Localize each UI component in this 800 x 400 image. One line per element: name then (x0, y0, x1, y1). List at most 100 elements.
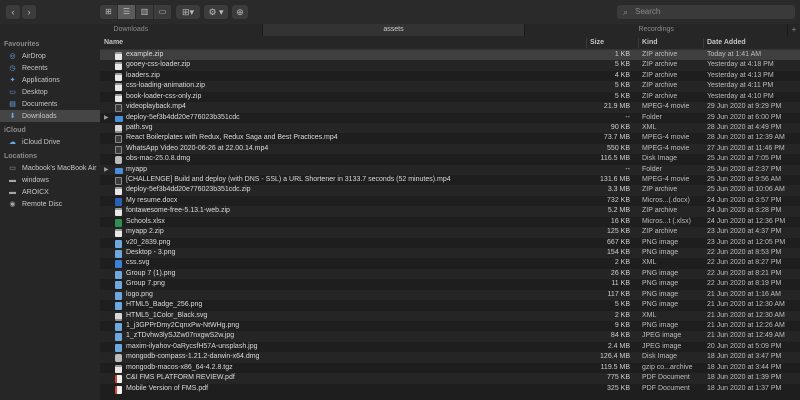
disclosure-triangle-icon[interactable]: ▶ (104, 113, 112, 123)
tab-downloads[interactable]: Downloads (0, 24, 263, 36)
file-row[interactable]: Desktop - 3.png 154 KB PNG image 22 Jun 202… (100, 248, 800, 259)
documents-icon: ▤ (9, 101, 16, 108)
sidebar-item-documents[interactable]: ▤ Documents (0, 98, 100, 110)
file-date-added: 24 Jun 2020 at 3:57 PM (707, 196, 782, 204)
sidebar-item-applications[interactable]: ✦ Applications (0, 74, 100, 86)
file-row[interactable]: mongodb-macos-x86_64-4.2.8.tgz 119.5 MB gz… (100, 363, 800, 373)
pdf-file-icon (115, 374, 123, 384)
file-row[interactable]: css-loading-animation.zip 5 KB ZIP archive… (100, 81, 800, 92)
sidebar-item-desktop[interactable]: ▭ Desktop (0, 86, 100, 98)
cloud-icon: ☁ (9, 139, 16, 146)
sidebar-item-macbook-s-macbook-air[interactable]: ▭ Macbook's MacBook Air (0, 162, 100, 174)
file-row[interactable]: mongodb-compass-1.21.2-darwin-x64.dmg 126… (100, 352, 800, 363)
file-row[interactable]: myapp 2.zip 125 KB ZIP archive 23 Jun 2020 … (100, 227, 800, 238)
folder-row[interactable]: ▶ deploy-5ef3b4dd20e776023b351cdc -- Folder… (100, 113, 800, 123)
file-row[interactable]: Mobile Version of FMS.pdf 325 KB PDF Docum… (100, 384, 800, 394)
file-kind: ZIP archive (642, 186, 678, 194)
tab-recordings[interactable]: Recordings (525, 24, 789, 36)
file-row[interactable]: HTML5_Badge_256.png 5 KB PNG image 21 Jun 2… (100, 300, 800, 311)
file-date-added: 18 Jun 2020 at 3:44 PM (707, 363, 782, 371)
file-row[interactable]: C&I FMS PLATFORM REVIEW.pdf 775 KB PDF Doc… (100, 373, 800, 384)
file-date-added: 23 Jun 2020 at 12:05 PM (707, 238, 786, 246)
file-kind: JPEG image (642, 342, 682, 350)
xml-file-icon (115, 124, 123, 133)
file-row[interactable]: maxim-ilyahov-0aRycsfH57A-unsplash.jpg 2.… (100, 342, 800, 352)
group-button[interactable]: ⊞▾ (176, 5, 200, 19)
sidebar-heading-icloud: iCloud (4, 127, 26, 134)
file-size: 1 KB (614, 51, 630, 58)
file-kind: PNG image (642, 290, 679, 298)
column-header-date-added[interactable]: Date Added (707, 36, 746, 50)
file-row[interactable]: Schools.xlsx 16 KB Micros...t (.xlsx) 24 Ju… (100, 217, 800, 227)
file-row[interactable]: example.zip 1 KB ZIP archive Today at 1:41 … (100, 50, 800, 61)
file-kind: PNG image (642, 249, 679, 257)
search-field[interactable]: ⌕ Search (617, 5, 795, 19)
file-kind: Disk Image (642, 155, 678, 163)
column-header-kind[interactable]: Kind (642, 36, 658, 50)
sidebar-item-recents[interactable]: ◷ Recents (0, 62, 100, 74)
file-name: css.svg (126, 259, 150, 267)
file-date-added: 25 Jun 2020 at 10:06 AM (707, 186, 785, 194)
file-row[interactable]: 1_zTDvhw3lySJZw07nxgwS2w.jpg 84 KB JPEG im… (100, 331, 800, 342)
file-name: 1_zTDvhw3lySJZw07nxgwS2w.jpg (126, 332, 235, 340)
share-button[interactable]: ⊕ (232, 5, 248, 19)
file-row[interactable]: obs-mac-25.0.8.dmg 116.5 MB Disk Image 25 J… (100, 154, 800, 165)
file-name: book-loader-css-only.zip (126, 92, 202, 100)
file-row[interactable]: v20_2839.png 667 KB PNG image 23 Jun 2020 a… (100, 238, 800, 248)
file-row[interactable]: gooey-css-loader.zip 5 KB ZIP archive Yeste… (100, 60, 800, 71)
file-row[interactable]: deploy-5ef3b4dd20e776023b351cdc.zip 3.3 M… (100, 185, 800, 196)
sidebar-item-downloads[interactable]: ⬇ Downloads (0, 110, 100, 122)
file-kind: Folder (642, 113, 662, 121)
file-row[interactable]: css.svg 2 KB XML 22 Jun 2020 at 8:27 PM (100, 258, 800, 269)
file-size: 126.4 MB (600, 353, 630, 361)
file-row[interactable]: [CHALLENGE] Build and deploy (with DNS -… (100, 175, 800, 186)
column-header-size[interactable]: Size (590, 36, 604, 50)
file-row[interactable]: videoplayback.mp4 21.9 MB MPEG-4 movie 29 J… (100, 102, 800, 113)
sidebar-item-airdrop[interactable]: ◎ AirDrop (0, 50, 100, 62)
airdrop-icon: ◎ (9, 53, 16, 60)
file-row[interactable]: Group 7 (1).png 26 KB PNG image 22 Jun 2020… (100, 268, 800, 280)
list-view-icon[interactable]: ☰ (118, 5, 136, 19)
sidebar-item-windows[interactable]: ▬ windows (0, 174, 100, 186)
forward-button[interactable]: › (22, 5, 36, 19)
file-date-added: 18 Jun 2020 at 1:37 PM (707, 384, 782, 392)
sidebar-item-remote-disc[interactable]: ◉ Remote Disc (0, 198, 100, 210)
new-tab-button[interactable]: + (788, 24, 800, 36)
file-row[interactable]: My resume.docx 732 KB Micros...(.docx) 24 J… (100, 196, 800, 206)
file-size: 73.7 MB (603, 134, 630, 142)
disclosure-triangle-icon[interactable]: ▶ (104, 165, 112, 175)
sidebar-item-label: Applications (22, 76, 60, 84)
gallery-view-icon[interactable]: ▭ (154, 5, 172, 19)
file-date-added: 21 Jun 2020 at 12:49 AM (707, 332, 785, 340)
img-file-icon (115, 343, 123, 352)
file-row[interactable]: HTML5_1Color_Black.svg 2 KB XML 21 Jun 2020… (100, 310, 800, 321)
file-row[interactable]: logo.png 117 KB PNG image 21 Jun 2020 at 1:… (100, 289, 800, 301)
file-kind: PDF Document (642, 374, 690, 382)
file-row[interactable]: Group 7.png 11 KB PNG image 22 Jun 2020 at … (100, 279, 800, 290)
file-row[interactable]: path.svg 90 KB XML 28 Jun 2020 at 4:49 PM (100, 122, 800, 134)
column-header-name[interactable]: Name (104, 36, 123, 50)
pdf-file-icon (115, 385, 123, 394)
file-kind: PNG image (642, 301, 679, 309)
file-row[interactable]: WhatsApp Video 2020-06-26 at 22.00.14.mp… (100, 143, 800, 155)
file-name: deploy-5ef3b4dd20e776023b351cdc (126, 113, 240, 121)
icon-view-icon[interactable]: ⊞ (100, 5, 118, 19)
file-name: logo.png (126, 290, 153, 298)
file-size: 21.9 MB (603, 103, 630, 111)
tab-assets[interactable]: assets (262, 24, 526, 36)
file-row[interactable]: React Boilerplates with Redux, Redux Sag… (100, 133, 800, 144)
action-button[interactable]: ⚙ ▾ (204, 5, 228, 19)
sidebar-item-icloud-drive[interactable]: ☁ iCloud Drive (0, 136, 100, 148)
sidebar-item-aroicx[interactable]: ▬ AROICX (0, 186, 100, 198)
file-kind: Disk Image (642, 353, 678, 361)
back-button[interactable]: ‹ (6, 5, 20, 19)
file-date-added: Yesterday at 4:13 PM (707, 71, 774, 79)
column-view-icon[interactable]: ▥ (136, 5, 154, 19)
file-row[interactable]: loaders.zip 4 KB ZIP archive Yesterday at 4… (100, 71, 800, 81)
disk-file-icon (115, 353, 123, 363)
folder-row[interactable]: ▶ myapp -- Folder 25 Jun 2020 at 2:37 PM (100, 164, 800, 176)
applications-icon: ✦ (9, 77, 16, 84)
file-row[interactable]: book-loader-css-only.zip 5 KB ZIP archive Y… (100, 92, 800, 102)
file-row[interactable]: fontawesome-free-5.13.1-web.zip 5.2 MB ZIP… (100, 206, 800, 217)
file-row[interactable]: 1_j3GPPrDmy2CqnxPw-NtWHg.png 9 KB PNG imag… (100, 321, 800, 331)
